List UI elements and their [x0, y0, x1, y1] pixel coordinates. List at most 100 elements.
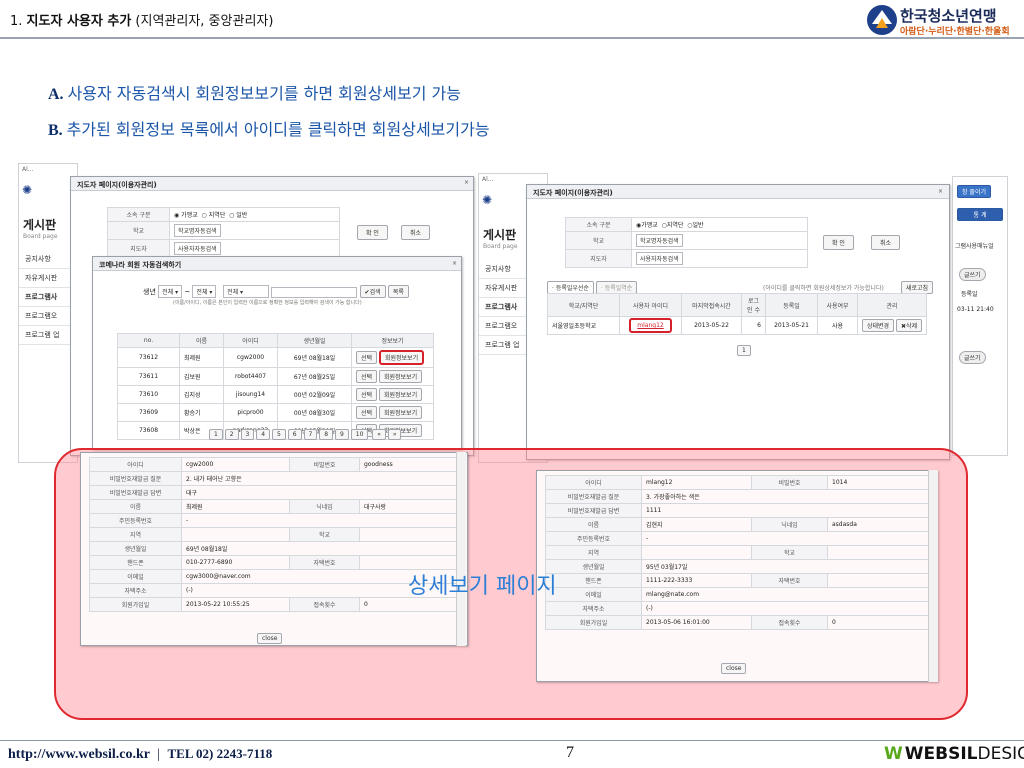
table-row: 73610 김지성 jisoung14 00년 02월09일 선택 회원정보보기: [117, 385, 434, 404]
close-icon[interactable]: ×: [452, 260, 457, 267]
col-header: 사용여부: [817, 293, 858, 317]
right-manager-form: 소속 구분 ◉가맹교 ○지역단 ○일반 학교 학교명자동검색 지도자 사용자자동…: [565, 217, 808, 268]
left-side-item[interactable]: 프로그램사: [19, 288, 77, 307]
footer-tel: TEL 02) 2243-7118: [167, 746, 273, 761]
page-link[interactable]: 8: [319, 429, 334, 440]
radio-region[interactable]: ○ 지역단: [202, 212, 226, 219]
member-info-button[interactable]: 회원정보보기: [378, 350, 425, 365]
table-row: 서울영일초등학교 mlang12 2013-05-22 6 2013-05-21…: [547, 316, 928, 335]
select-button[interactable]: 선택: [356, 370, 378, 383]
section-number: 1.: [10, 14, 23, 29]
col-header: 학교/지역단: [547, 293, 620, 317]
col-header: 생년월일: [277, 333, 352, 348]
page-link[interactable]: 9: [335, 429, 349, 440]
col-header: no.: [117, 333, 180, 348]
right-detail-scrollbar[interactable]: [928, 470, 938, 682]
note-a: A. 사용자 자동검색시 회원정보보기를 하면 회원상세보기 가능: [48, 80, 461, 104]
left-board-sub: Board page: [23, 233, 58, 240]
page-link[interactable]: 1: [209, 429, 223, 440]
next-page-button[interactable]: »: [387, 429, 402, 440]
user-id-link[interactable]: mlang12: [629, 318, 672, 333]
col-header: 로그인 수: [741, 293, 766, 317]
detail-close-button[interactable]: close: [721, 663, 747, 674]
note-b-text: 추가된 회원정보 목록에서 아이디를 클릭하면 회원상세보기가능: [66, 120, 490, 139]
col-header: 마지막접속시간: [681, 293, 742, 317]
keyword-input[interactable]: [271, 287, 358, 298]
member-info-button[interactable]: 회원정보보기: [378, 388, 423, 401]
birth-label: 생년: [143, 288, 156, 296]
school-search-field[interactable]: 학교명자동검색: [636, 234, 683, 247]
member-search-titlebar: 코메나라 회원 자동검색하기: [93, 257, 461, 271]
cancel-button[interactable]: 취소: [871, 235, 901, 250]
close-icon[interactable]: ×: [464, 179, 469, 186]
page-link[interactable]: 4: [256, 429, 271, 440]
birth-select-2[interactable]: 전체 ▾: [192, 285, 217, 298]
search-hint: (이름/아이디, 이름은 본인이 입력한 이름으로 정확한 정보를 입력해야 검…: [173, 300, 362, 306]
radio-member-school[interactable]: ◉가맹교: [636, 222, 658, 229]
left-logo-icon: ✺: [22, 183, 33, 197]
right-detail-popup: 아이디 mlang12 비밀번호 1014 비밀번호재발급 질문 3. 가장좋아하는 색…: [536, 470, 938, 682]
left-background-page: Al... ✺ 게시판 Board page 공지사항 자유게시판 프로그램사 …: [18, 163, 78, 463]
radio-general[interactable]: ○일반: [687, 222, 703, 229]
league-logo-sub: 아람단·누리단·한별단·한울회: [900, 27, 1010, 37]
close-icon[interactable]: ×: [938, 188, 943, 195]
user-search-field[interactable]: 사용자자동검색: [636, 252, 683, 265]
page-link[interactable]: 3: [240, 429, 255, 440]
select-button[interactable]: 선택: [356, 388, 378, 401]
left-side-item[interactable]: 프로그램 업: [19, 326, 77, 345]
note-b: B. 추가된 회원정보 목록에서 아이디를 클릭하면 회원상세보기가능: [48, 116, 490, 140]
confirm-button[interactable]: 확 인: [357, 225, 388, 240]
radio-member-school[interactable]: ◉ 가맹교: [174, 212, 198, 219]
col-header: 아이디: [223, 333, 278, 348]
page-link[interactable]: 6: [287, 429, 302, 440]
manual-menu[interactable]: 그램사용매뉴얼: [955, 241, 1007, 250]
member-info-button[interactable]: 회원정보보기: [378, 370, 423, 383]
left-detail-scrollbar[interactable]: [456, 452, 466, 646]
page-link[interactable]: 2: [224, 429, 239, 440]
left-side-item[interactable]: 공지사항: [19, 250, 77, 269]
write-button[interactable]: 글쓰기: [959, 351, 986, 364]
table-row: 73612 최제원 cgw2000 69년 08월18일 선택 회원정보보기: [117, 347, 434, 368]
member-info-button[interactable]: 회원정보보기: [378, 406, 423, 419]
page-link[interactable]: 7: [303, 429, 318, 440]
col-header: 이름: [179, 333, 224, 348]
left-side-item[interactable]: 프로그램오: [19, 307, 77, 326]
select-button[interactable]: 선택: [356, 351, 378, 364]
school-search-field[interactable]: 학교명자동검색: [174, 224, 221, 237]
table-row: 73611 김보원 robot4407 67년 08월25일 선택 회원정보보기: [117, 367, 434, 386]
date-value: 03-11 21:40: [957, 306, 994, 313]
left-detail-table: 아이디 cgw2000 비밀번호 goodness 비밀번호재발급 질문 2. 내가 태…: [89, 457, 457, 612]
websil-leaf-icon: W: [884, 744, 903, 764]
detail-close-button[interactable]: close: [257, 633, 283, 644]
left-top-label: Al...: [22, 166, 34, 173]
cancel-button[interactable]: 취소: [401, 225, 431, 240]
footer-separator: |: [157, 747, 161, 762]
list-hint: (아이디를 클릭하면 회원상세정보가 가능합니다): [763, 285, 884, 292]
radio-general[interactable]: ○ 일반: [229, 212, 247, 219]
collapse-button[interactable]: 창 줄이기: [957, 185, 991, 198]
select-button[interactable]: 선택: [356, 406, 378, 419]
search-button[interactable]: ✔검색: [359, 285, 386, 298]
left-side-item[interactable]: 자유게시판: [19, 269, 77, 288]
footer-url[interactable]: http://www.websil.co.kr: [8, 747, 150, 762]
right-manager-titlebar: 지도자 페이지(이용자관리): [527, 185, 949, 199]
radio-region[interactable]: ○지역단: [662, 222, 684, 229]
left-board-title: 게시판: [23, 218, 57, 232]
page-link[interactable]: 5: [272, 429, 286, 440]
write-button[interactable]: 글쓰기: [959, 268, 986, 281]
pagination: 1 2 3 4 5 6 7 8 9 10 « »: [209, 429, 402, 440]
list-button[interactable]: 목록: [387, 285, 409, 298]
page-link[interactable]: 10: [350, 429, 369, 440]
status-change-button[interactable]: 상태변경: [862, 319, 895, 332]
birth-select-1[interactable]: 전체 ▾: [158, 285, 183, 298]
slide: 1. 지도자 사용자 추가 (지역관리자, 중앙관리자) 한국청소년연맹 아람단…: [0, 0, 1024, 768]
confirm-button[interactable]: 확 인: [823, 235, 854, 250]
stats-tab[interactable]: 통 계: [957, 208, 1003, 221]
form-label: 소속 구분: [565, 217, 632, 232]
note-a-text: 사용자 자동검색시 회원정보보기를 하면 회원상세보기 가능: [67, 84, 461, 103]
delete-button[interactable]: ✖삭제: [896, 319, 923, 332]
prev-page-button[interactable]: «: [372, 429, 386, 440]
category-select[interactable]: 전체 ▾: [223, 285, 270, 298]
user-search-field[interactable]: 사용자자동검색: [174, 242, 221, 255]
page-link[interactable]: 1: [737, 345, 751, 356]
